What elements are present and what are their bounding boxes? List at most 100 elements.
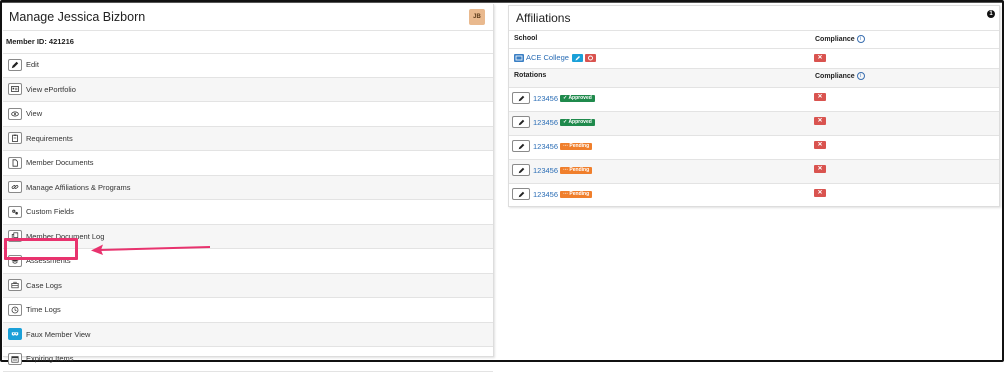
status-badge-label: Pending [569,166,590,173]
menu-item-custom-fields[interactable]: Custom Fields [3,200,493,225]
menu-item-time-logs[interactable]: Time Logs [3,298,493,323]
menu-item-label: Requirements [26,133,73,143]
pencil-icon [518,143,524,149]
divider [509,68,999,69]
menu-item-label: Time Logs [26,305,61,315]
affiliations-header: Affiliations 1 [509,6,999,31]
school-link[interactable]: ACE College [526,53,569,62]
menu-item-label: Edit [26,60,39,70]
rotations-compliance-header: Compliance i [815,72,865,80]
rotation-compliance-x-button[interactable]: ✕ [814,165,826,173]
divider [509,183,999,184]
calendar-icon [8,352,22,365]
rotation-link[interactable]: 123456 [533,190,558,199]
eye-icon [8,107,22,120]
info-icon[interactable]: i [856,72,865,80]
manage-member-header: Manage Jessica Bizborn JB [3,4,493,31]
annotation-arrow-icon [91,244,211,255]
top-divider [2,2,1002,3]
rotation-edit-button[interactable] [512,116,530,128]
menu-item-label: Manage Affiliations & Programs [26,182,131,192]
menu-item-member-documents[interactable]: Member Documents [3,151,493,176]
rotation-edit-button[interactable] [512,188,530,200]
briefcase-icon [8,279,22,292]
pencil-icon [518,95,524,101]
pencil-icon [518,119,524,125]
status-badge-pending: ⋯ Pending [560,166,593,174]
menu-item-view[interactable]: View [3,102,493,127]
link-icon [8,181,22,194]
divider [509,87,999,88]
menu-item-label: View ePortfolio [26,84,76,94]
status-badge-pending: ⋯ Pending [560,142,593,150]
rotation-compliance-x-button[interactable]: ✕ [814,117,826,125]
rotation-link[interactable]: 123456 [533,142,558,151]
pencil-icon [518,167,524,173]
affiliations-title: Affiliations [516,11,571,25]
menu-item-manage-affiliations[interactable]: Manage Affiliations & Programs [3,175,493,200]
menu-item-label: Custom Fields [26,207,74,217]
menu-item-label: View [26,109,43,119]
assessments-highlight [4,238,78,260]
rotation-row: 123456 ⋯ Pending [512,140,593,152]
clipboard-icon [8,132,22,145]
rotation-compliance-x-button[interactable]: ✕ [814,189,826,197]
page-title: Manage Jessica Bizborn [9,10,146,24]
cogs-icon [8,205,22,218]
school-column-header: School [514,35,538,42]
rotation-row: 123456 ✓ Approved [512,92,595,104]
school-row: ACE College [514,53,598,62]
clock-icon [8,303,22,316]
menu-item-edit[interactable]: Edit [3,53,493,78]
menu-item-expiring-items[interactable]: Expiring Items [3,347,493,372]
count-badge: 1 [987,10,995,18]
school-edit-icon[interactable] [571,53,583,62]
rotation-link[interactable]: 123456 [533,118,558,127]
rotation-link[interactable]: 123456 [533,166,558,175]
menu-item-view-eportfolio[interactable]: View ePortfolio [3,77,493,102]
status-badge-label: Approved [568,118,592,125]
rotation-row: 123456 ✓ Approved [512,116,595,128]
pencil-icon [8,58,22,71]
compliance-header-label: Compliance [815,35,855,43]
status-badge-label: Pending [569,190,590,197]
rotation-edit-button[interactable] [512,140,530,152]
rotation-compliance-x-button[interactable]: ✕ [814,141,826,149]
status-badge-pending: ⋯ Pending [560,190,593,198]
rotation-edit-button[interactable] [512,164,530,176]
status-badge-approved: ✓ Approved [560,118,595,126]
school-id-icon [514,53,524,62]
status-badge-approved: ✓ Approved [560,94,595,102]
rotation-edit-button[interactable] [512,92,530,104]
pencil-icon [518,191,524,197]
compliance-header-label: Compliance [815,72,855,80]
menu-item-faux-member-view[interactable]: Faux Member View [3,322,493,347]
divider [509,135,999,136]
rotation-link[interactable]: 123456 [533,94,558,103]
file-icon [8,156,22,169]
status-badge-label: Pending [569,142,590,149]
menu-item-label: Member Documents [26,158,94,168]
rotation-compliance-x-button[interactable]: ✕ [814,93,826,101]
manage-member-panel: Manage Jessica Bizborn JB Member ID: 421… [3,4,494,372]
rotations-header-row [509,68,999,87]
school-remove-icon[interactable] [584,53,596,62]
divider [509,48,999,49]
affiliations-panel: Affiliations 1 School Compliance i ACE Co… [508,5,1000,207]
rotation-row: 123456 ⋯ Pending [512,188,593,200]
rotation-row: 123456 ⋯ Pending [512,164,593,176]
mask-icon [8,328,22,341]
info-icon[interactable]: i [856,35,865,43]
menu-item-requirements[interactable]: Requirements [3,126,493,151]
menu-item-label: Case Logs [26,280,62,290]
id-card-icon [8,83,22,96]
rotations-column-header: Rotations [514,72,547,79]
menu-item-case-logs[interactable]: Case Logs [3,273,493,298]
status-badge-label: Approved [568,94,592,101]
compliance-column-header: Compliance i [815,35,865,43]
school-compliance-x-button[interactable]: ✕ [814,54,826,62]
menu-item-label: Faux Member View [26,329,91,339]
member-id: Member ID: 421216 [3,31,493,54]
avatar[interactable]: JB [469,9,485,25]
member-menu: Edit View ePortfolio View Requirements M… [3,53,493,372]
